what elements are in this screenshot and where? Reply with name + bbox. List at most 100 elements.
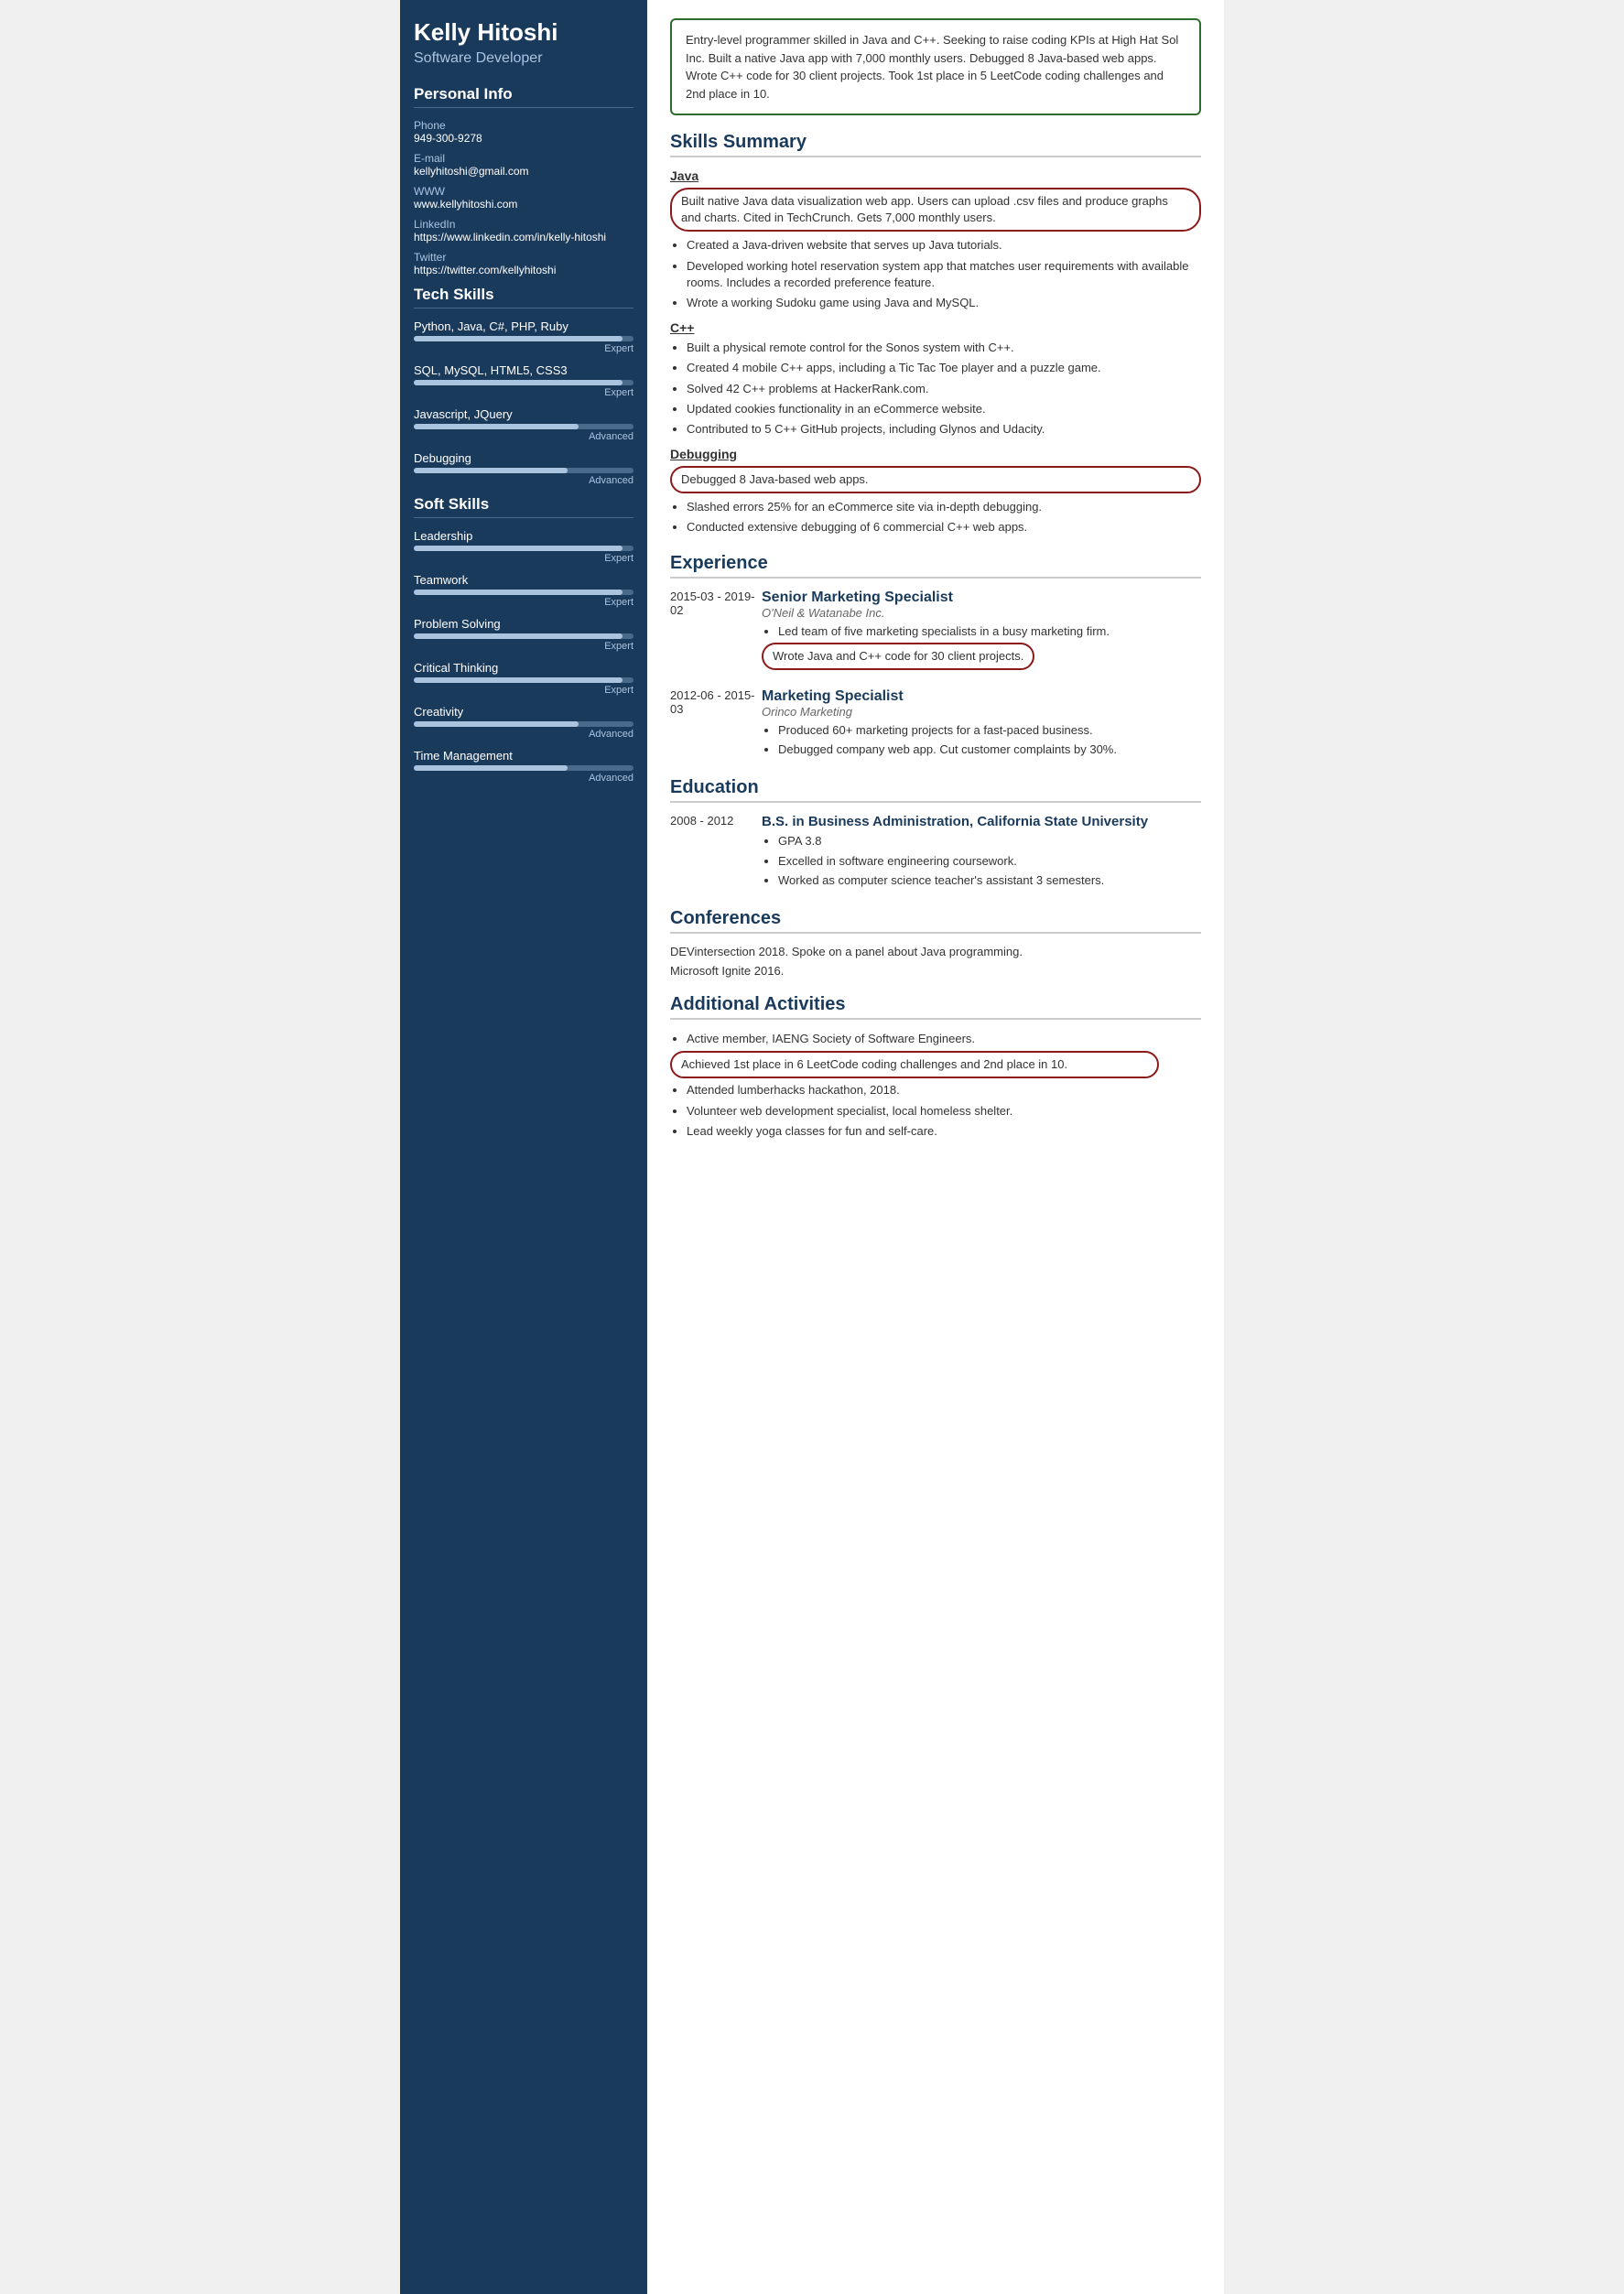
personal-info-section: Phone949-300-9278 E-mailkellyhitoshi@gmai…	[414, 119, 633, 276]
skill-bar-fill	[414, 468, 568, 473]
summary-box: Entry-level programmer skilled in Java a…	[670, 18, 1201, 115]
activity-item: Achieved 1st place in 6 LeetCode coding …	[670, 1051, 1159, 1078]
skill-bar-bg	[414, 677, 633, 683]
skills-list-item: Built a physical remote control for the …	[687, 340, 1201, 356]
skill-name: Python, Java, C#, PHP, Ruby	[414, 319, 633, 333]
info-value: https://twitter.com/kellyhitoshi	[414, 264, 633, 276]
info-value: 949-300-9278	[414, 132, 633, 145]
skills-list-item: Updated cookies functionality in an eCom…	[687, 401, 1201, 417]
skills-list-item: Wrote a working Sudoku game using Java a…	[687, 295, 1201, 311]
info-value: www.kellyhitoshi.com	[414, 198, 633, 211]
skill-name: Time Management	[414, 749, 633, 763]
edu-date: 2008 - 2012	[670, 814, 762, 892]
skill-bar-fill	[414, 380, 623, 385]
sidebar: Kelly Hitoshi Software Developer Persona…	[400, 0, 647, 2294]
exp-title: Senior Marketing Specialist	[762, 590, 1201, 606]
skills-list-item: Solved 42 C++ problems at HackerRank.com…	[687, 381, 1201, 397]
experience-entry: 2015-03 - 2019-02Senior Marketing Specia…	[670, 590, 1201, 674]
skills-subsection: JavaBuilt native Java data visualization…	[670, 168, 1201, 311]
exp-list-item: Debugged company web app. Cut customer c…	[778, 741, 1201, 758]
edu-degree: B.S. in Business Administration, Califor…	[762, 814, 1201, 829]
conference-item: Microsoft Ignite 2016.	[670, 964, 1201, 978]
skill-bar-bg	[414, 380, 633, 385]
soft-skills-section: Leadership Expert Teamwork Expert Problem So…	[414, 529, 633, 784]
skill-name: Teamwork	[414, 573, 633, 587]
resume-container: Kelly Hitoshi Software Developer Persona…	[400, 0, 1224, 2294]
skill-name: Leadership	[414, 529, 633, 543]
skills-list-item: Conducted extensive debugging of 6 comme…	[687, 519, 1201, 536]
skill-bar-bg	[414, 424, 633, 429]
exp-title: Marketing Specialist	[762, 688, 1201, 705]
info-label: Twitter	[414, 251, 633, 264]
skill-bar-bg	[414, 721, 633, 727]
activities-list: Active member, IAENG Society of Software…	[670, 1031, 1201, 1140]
skill-bar-bg	[414, 546, 633, 551]
skill-name: Problem Solving	[414, 617, 633, 631]
exp-list: Produced 60+ marketing projects for a fa…	[762, 722, 1201, 758]
exp-date: 2012-06 - 2015-03	[670, 688, 762, 761]
exp-date: 2015-03 - 2019-02	[670, 590, 762, 674]
skills-list-item: Built native Java data visualization web…	[670, 188, 1201, 232]
skills-list: Debugged 8 Java-based web apps.Slashed e…	[670, 466, 1201, 536]
skill-level: Expert	[414, 685, 633, 696]
skill-bar-fill	[414, 677, 623, 683]
education-title: Education	[670, 777, 1201, 803]
skill-level: Expert	[414, 387, 633, 398]
skills-subsection: Debugging Debugged 8 Java-based web apps.…	[670, 447, 1201, 536]
skill-level: Expert	[414, 597, 633, 608]
exp-company: Orinco Marketing	[762, 705, 1201, 719]
activities-content: Active member, IAENG Society of Software…	[670, 1031, 1201, 1140]
skill-name: Debugging	[414, 451, 633, 465]
skills-summary-content: JavaBuilt native Java data visualization…	[670, 168, 1201, 536]
info-value: kellyhitoshi@gmail.com	[414, 165, 633, 178]
skill-bar-bg	[414, 336, 633, 341]
skills-list-item: Created 4 mobile C++ apps, including a T…	[687, 360, 1201, 376]
conference-item: DEVintersection 2018. Spoke on a panel a…	[670, 945, 1201, 958]
exp-list-item: Wrote Java and C++ code for 30 client pr…	[762, 643, 1034, 670]
experience-entry: 2012-06 - 2015-03Marketing SpecialistOri…	[670, 688, 1201, 761]
exp-list-item: Produced 60+ marketing projects for a fa…	[778, 722, 1201, 739]
exp-details: Marketing SpecialistOrinco Marketing Prod…	[762, 688, 1201, 761]
skill-name: Critical Thinking	[414, 661, 633, 675]
skills-subsection: C++Built a physical remote control for t…	[670, 320, 1201, 438]
experience-title: Experience	[670, 553, 1201, 579]
candidate-name: Kelly Hitoshi	[414, 18, 633, 47]
info-label: E-mail	[414, 152, 633, 165]
personal-info-title: Personal Info	[414, 85, 633, 108]
skill-bar-fill	[414, 590, 623, 595]
info-label: WWW	[414, 185, 633, 198]
skill-bar-bg	[414, 633, 633, 639]
activity-item: Attended lumberhacks hackathon, 2018.	[687, 1082, 1201, 1098]
info-label: LinkedIn	[414, 218, 633, 231]
skills-list-item: Slashed errors 25% for an eCommerce site…	[687, 499, 1201, 515]
skill-level: Advanced	[414, 773, 633, 784]
skills-list-item: Contributed to 5 C++ GitHub projects, in…	[687, 421, 1201, 438]
info-value: https://www.linkedin.com/in/kelly-hitosh…	[414, 231, 633, 243]
skill-bar-bg	[414, 468, 633, 473]
exp-company: O'Neil & Watanabe Inc.	[762, 606, 1201, 620]
skill-level: Expert	[414, 641, 633, 652]
activity-item: Active member, IAENG Society of Software…	[687, 1031, 1201, 1047]
skill-level: Expert	[414, 343, 633, 354]
skills-list: Built native Java data visualization web…	[670, 188, 1201, 311]
skill-level: Expert	[414, 553, 633, 564]
main-content: Entry-level programmer skilled in Java a…	[647, 0, 1224, 2294]
skill-bar-fill	[414, 424, 579, 429]
skills-subsection-title: Debugging	[670, 447, 1201, 461]
tech-skills-section: Python, Java, C#, PHP, Ruby Expert SQL, My…	[414, 319, 633, 486]
edu-list-item: Excelled in software engineering coursew…	[778, 853, 1201, 870]
skill-bar-fill	[414, 721, 579, 727]
skills-list: Built a physical remote control for the …	[670, 340, 1201, 438]
edu-details: B.S. in Business Administration, Califor…	[762, 814, 1201, 892]
info-label: Phone	[414, 119, 633, 132]
activity-item: Lead weekly yoga classes for fun and sel…	[687, 1123, 1201, 1140]
exp-list: Led team of five marketing specialists i…	[762, 623, 1201, 674]
skill-bar-fill	[414, 633, 623, 639]
tech-skills-title: Tech Skills	[414, 286, 633, 308]
edu-list-item: GPA 3.8	[778, 833, 1201, 849]
candidate-title: Software Developer	[414, 50, 633, 67]
skill-name: Creativity	[414, 705, 633, 719]
skills-summary-title: Skills Summary	[670, 132, 1201, 157]
skill-bar-fill	[414, 765, 568, 771]
skill-name: SQL, MySQL, HTML5, CSS3	[414, 363, 633, 377]
